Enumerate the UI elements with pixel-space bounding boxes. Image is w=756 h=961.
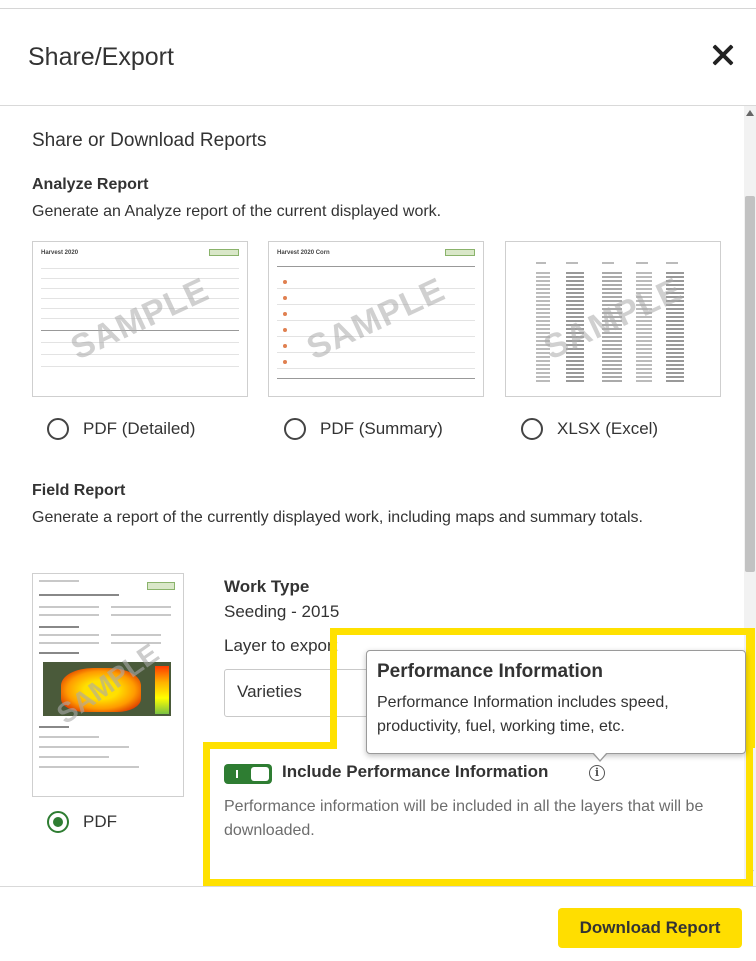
performance-note: Performance information will be included… [224,798,704,839]
section-title: Share or Download Reports [32,130,267,151]
layer-select-value: Varieties [237,682,302,701]
download-report-button[interactable]: Download Report [558,908,742,948]
include-performance-toggle[interactable] [224,764,272,784]
scroll-up-arrow-icon[interactable] [746,110,754,116]
analyze-xlsx-preview: SAMPLE [505,241,721,397]
sample-watermark: SAMPLE [300,270,451,367]
analyze-summary-preview: Harvest 2020 Corn SAMPLE [268,241,484,397]
include-performance-label: Include Performance Information [282,762,549,781]
tooltip-title: Performance Information [377,661,603,682]
radio-pdf-summary[interactable] [284,418,306,440]
option-field-pdf[interactable]: PDF [47,811,117,833]
dialog-header: Share/Export [0,9,756,105]
radio-field-pdf[interactable] [47,811,69,833]
radio-xlsx-excel[interactable] [521,418,543,440]
radio-pdf-detailed[interactable] [47,418,69,440]
option-xlsx-excel[interactable]: XLSX (Excel) [521,418,658,440]
sample-watermark: SAMPLE [537,270,688,367]
sample-watermark: SAMPLE [64,270,215,367]
dialog-title: Share/Export [28,43,174,71]
analyze-report-description: Generate an Analyze report of the curren… [32,203,442,220]
option-pdf-summary[interactable]: PDF (Summary) [284,418,443,440]
field-report-title: Field Report [32,482,126,499]
header-divider [0,105,756,106]
option-label: PDF (Summary) [320,419,443,438]
option-label: XLSX (Excel) [557,419,659,438]
option-pdf-detailed[interactable]: PDF (Detailed) [47,418,195,440]
work-type-label: Work Type [224,577,310,596]
analyze-detailed-preview: Harvest 2020 SAMPLE [32,241,248,397]
option-label: PDF [83,812,117,831]
analyze-report-title: Analyze Report [32,176,149,193]
option-label: PDF (Detailed) [83,419,196,438]
close-icon[interactable] [708,39,740,71]
footer-divider [0,886,756,887]
tooltip-body: Performance Information includes speed, … [377,694,669,735]
performance-tooltip: Performance Information Performance Info… [366,650,746,762]
layer-to-export-label: Layer to export [224,636,338,655]
field-report-description: Generate a report of the currently displ… [32,509,643,526]
scrollbar-thumb[interactable] [745,196,755,572]
info-icon[interactable]: i [589,765,605,781]
highlight-frame-step [203,742,337,749]
work-type-value: Seeding - 2015 [224,602,340,621]
highlight-frame-right [746,628,753,886]
field-report-preview: SAMPLE [32,573,184,797]
